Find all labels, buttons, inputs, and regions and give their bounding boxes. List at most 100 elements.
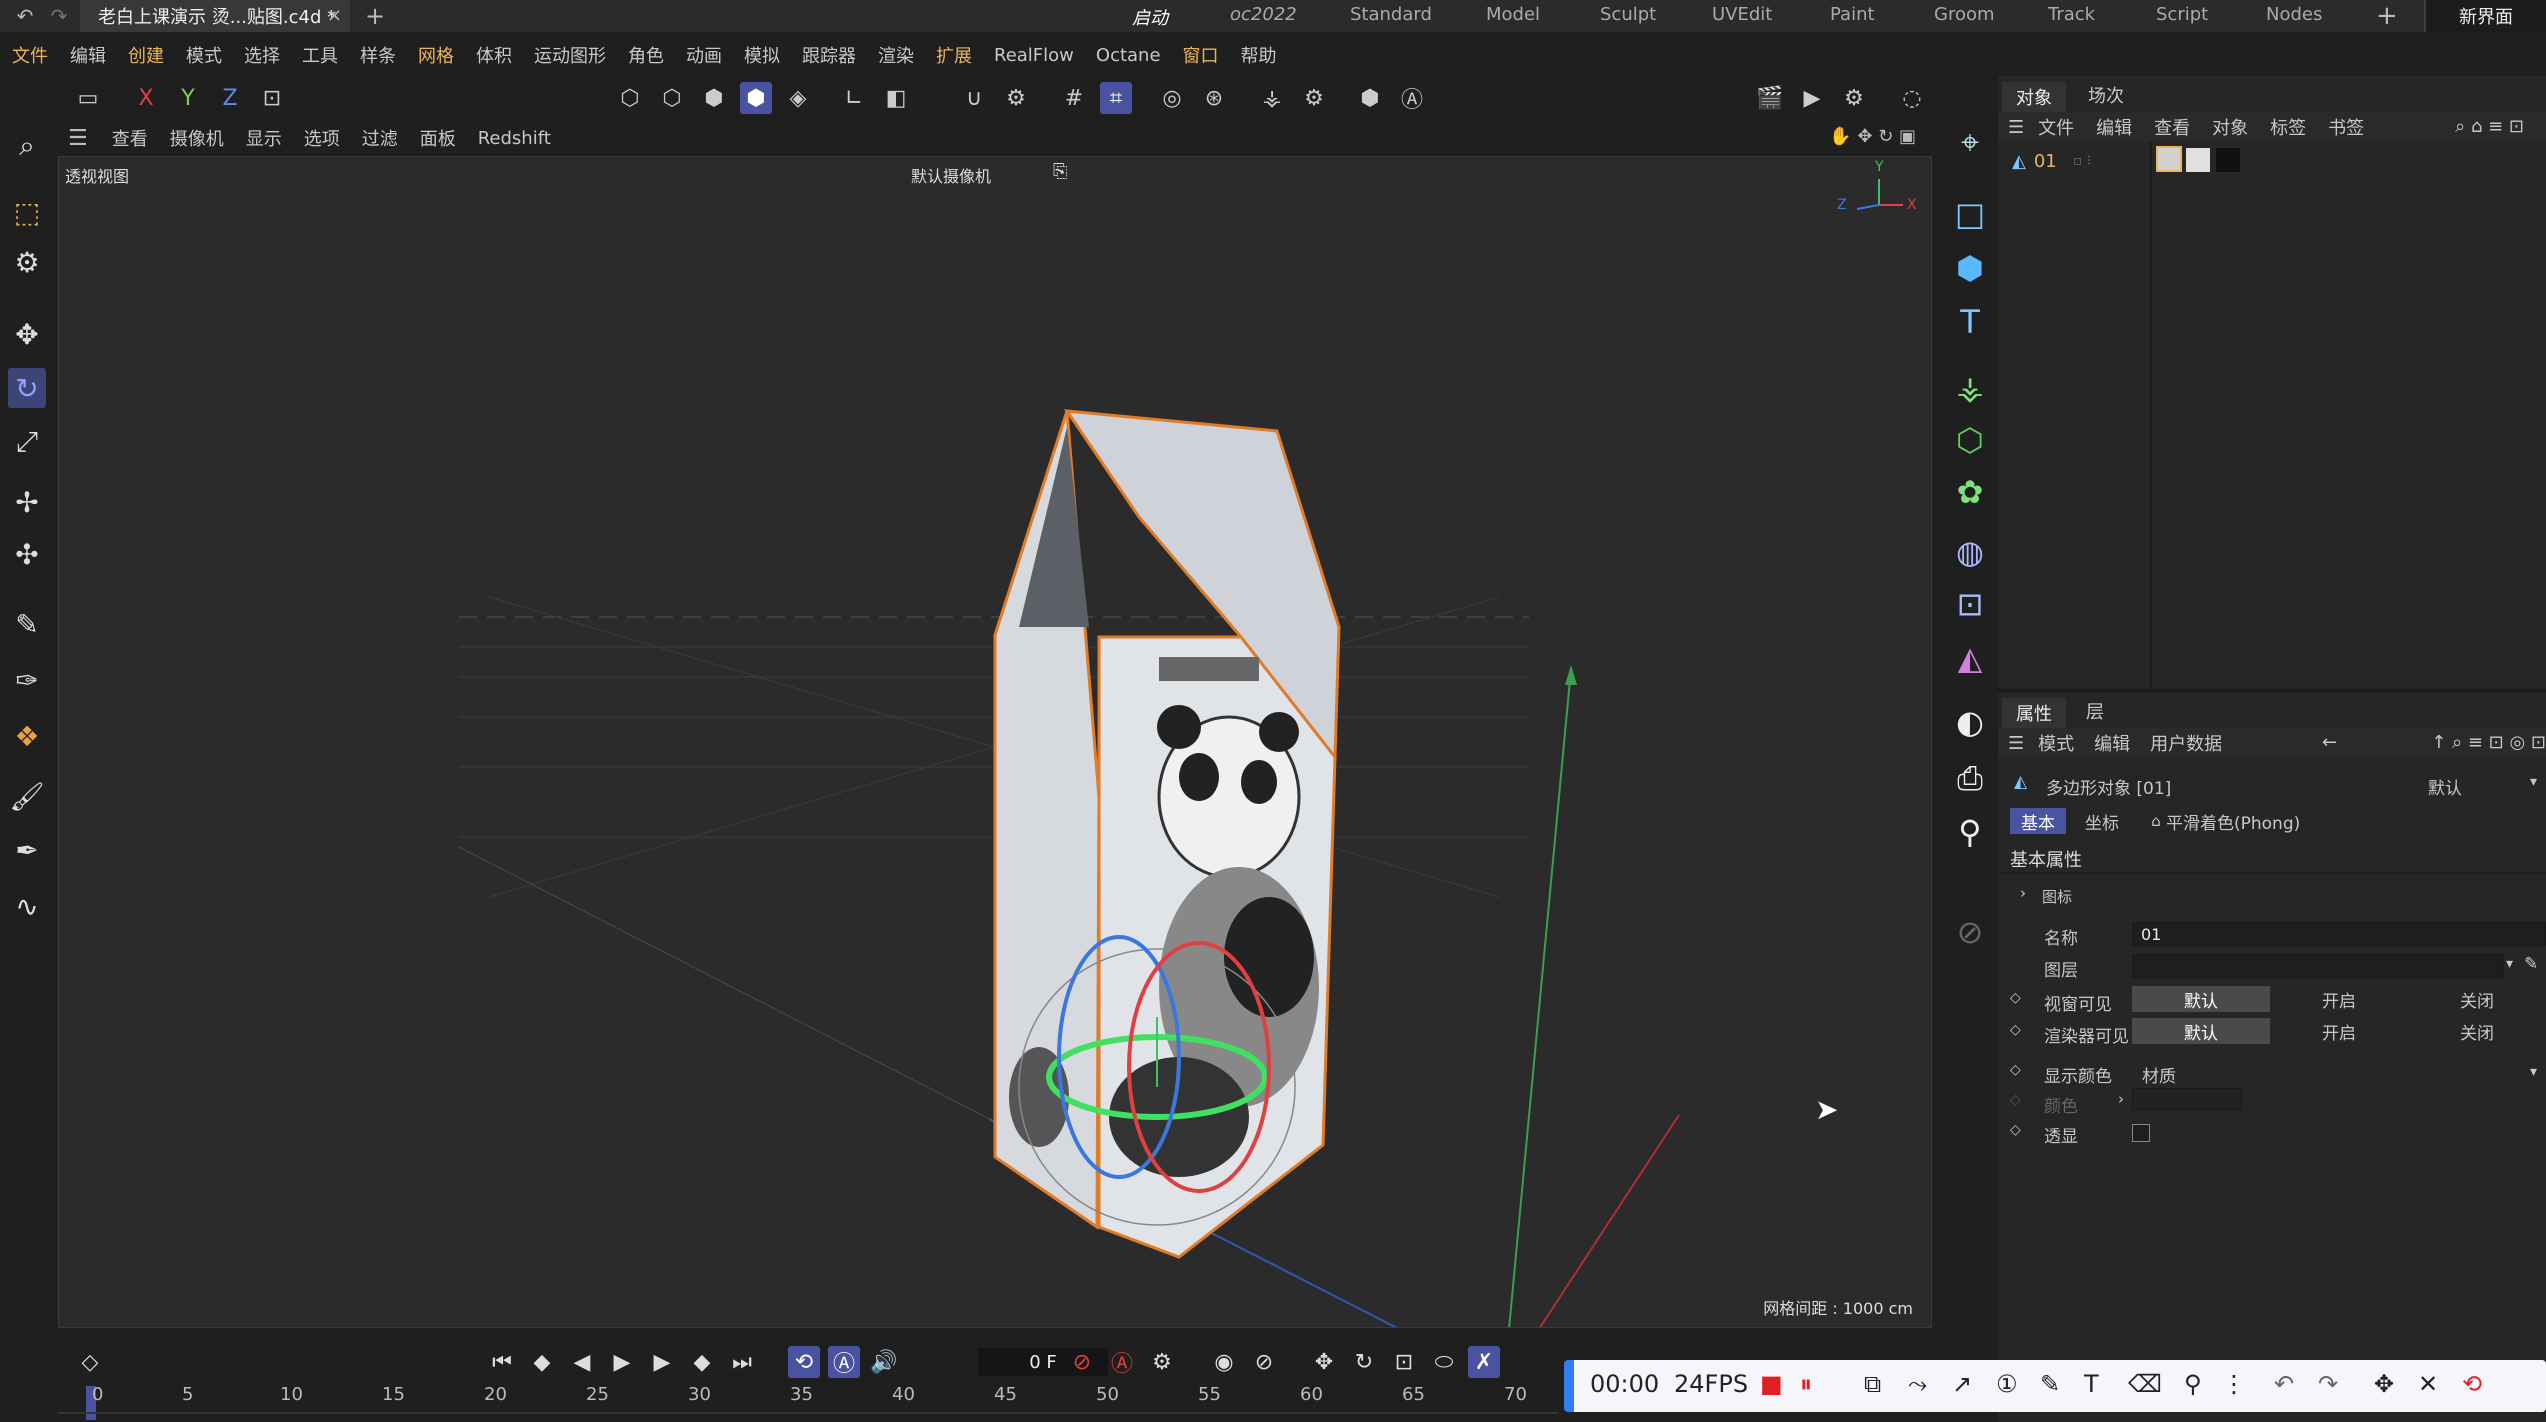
x-axis-lock-button[interactable]: X — [130, 82, 162, 114]
layout-tab-groom[interactable]: Groom — [1934, 4, 1995, 25]
render-visible-on[interactable]: 开启 — [2270, 1018, 2408, 1044]
viewport-menu-view[interactable]: 查看 — [112, 125, 148, 151]
symmetry-settings-icon[interactable]: ⚙ — [1298, 82, 1330, 114]
menu-edit[interactable]: 编辑 — [70, 42, 106, 68]
keyframe-selection-icon[interactable]: ⚙ — [1146, 1346, 1178, 1378]
play-icon[interactable]: ▶ — [606, 1346, 638, 1378]
search-icon[interactable]: ⌕ — [8, 126, 46, 166]
transform-icon[interactable]: ✢ — [8, 482, 46, 522]
tab-attributes[interactable]: 属性 — [2002, 698, 2066, 728]
key-position-icon[interactable]: ◉ — [1208, 1346, 1240, 1378]
viewport-menu-filter[interactable]: 过滤 — [362, 125, 398, 151]
material-tag-icon[interactable] — [2156, 146, 2182, 172]
subtab-coord[interactable]: 坐标 — [2074, 808, 2130, 834]
field-icon[interactable]: ⊡ — [1950, 582, 1990, 626]
object-name[interactable]: 01 — [2034, 151, 2057, 172]
more-options-icon[interactable]: ⋮ — [2222, 1370, 2246, 1398]
motion-icon[interactable]: ⬭ — [1428, 1346, 1460, 1378]
viewport-hamburger-icon[interactable]: ☰ — [68, 126, 88, 151]
light-icon[interactable]: ⚲ — [1950, 810, 1990, 854]
tag-icon[interactable]: ⊘ — [1950, 910, 1990, 954]
attributes-menu-edit[interactable]: 编辑 — [2094, 730, 2130, 756]
brush-icon[interactable]: 🖌 — [8, 776, 46, 816]
menu-extensions[interactable]: 扩展 — [936, 42, 972, 68]
icon-group-expand-icon[interactable]: › — [2020, 884, 2026, 902]
visibility-dots-icon[interactable]: ▫ ⁝ — [2073, 153, 2091, 169]
camera-icon[interactable]: ⎙ — [1950, 756, 1990, 800]
archive-icon[interactable]: ▭ — [72, 82, 104, 114]
prev-frame-icon[interactable]: ◀ — [566, 1346, 598, 1378]
layout-tab-standard[interactable]: Standard — [1350, 4, 1432, 25]
new-ui-button[interactable]: 新界面 — [2424, 0, 2546, 32]
layout-tab-paint[interactable]: Paint — [1830, 4, 1875, 25]
restart-record-icon[interactable]: ⟲ — [2462, 1370, 2482, 1398]
menu-mesh[interactable]: 网格 — [418, 42, 454, 68]
menu-tracker[interactable]: 跟踪器 — [802, 42, 856, 68]
layout-tab-oc2022[interactable]: oc2022 — [1230, 4, 1297, 25]
go-to-end-icon[interactable]: ⏭ — [726, 1346, 758, 1378]
back-arrow-icon[interactable]: ← — [2322, 732, 2337, 753]
menu-render[interactable]: 渲染 — [878, 42, 914, 68]
magnet-icon[interactable]: ∪ — [958, 82, 990, 114]
cloner-icon[interactable]: ⬡ — [1950, 418, 1990, 462]
xray-anim-icon[interactable]: ◇ — [2010, 1122, 2021, 1138]
uv-mode-icon[interactable]: ◈ — [782, 82, 814, 114]
attributes-menu-mode[interactable]: 模式 — [2038, 730, 2074, 756]
layer-dropdown-icon[interactable]: ▾ — [2506, 956, 2513, 972]
subtab-phong[interactable]: 平滑着色(Phong) — [2166, 808, 2316, 834]
polygons-mode-icon[interactable]: ⬢ — [698, 82, 730, 114]
key-rotation-icon[interactable]: ⊘ — [1248, 1346, 1280, 1378]
go-to-start-icon[interactable]: ⏮ — [486, 1346, 518, 1378]
volume-icon[interactable]: ◭ — [1950, 636, 1990, 680]
menu-character[interactable]: 角色 — [628, 42, 664, 68]
axis-mode-icon[interactable]: ∟ — [838, 82, 870, 114]
snap-enable-icon[interactable]: ⌗ — [1100, 82, 1132, 114]
mograph-icon[interactable]: ⚶ — [1950, 366, 1990, 410]
render-settings-icon[interactable]: ⚙ — [1838, 82, 1870, 114]
null-object-icon[interactable]: ⌖ — [1950, 120, 1990, 164]
pause-record-icon[interactable]: ⏸ — [1800, 1370, 1812, 1398]
xray-checkbox[interactable] — [2132, 1124, 2150, 1142]
editor-visible-on[interactable]: 开启 — [2270, 986, 2408, 1012]
place-icon[interactable]: ✣ — [8, 534, 46, 574]
layout-tab-track[interactable]: Track — [2048, 4, 2095, 25]
knife-icon[interactable]: ✒ — [8, 830, 46, 870]
text-icon[interactable]: T — [1950, 300, 1990, 344]
display-color-anim-icon[interactable]: ◇ — [2010, 1062, 2021, 1078]
subtab-basic[interactable]: 基本 — [2010, 808, 2066, 834]
object-menu-bookmarks[interactable]: 书签 — [2328, 114, 2364, 140]
add-layout-button[interactable]: + — [2376, 1, 2398, 31]
attributes-menu-userdata[interactable]: 用户数据 — [2150, 730, 2222, 756]
layout-tab-script[interactable]: Script — [2156, 4, 2208, 25]
workplane-settings-icon[interactable]: ⊛ — [1198, 82, 1230, 114]
menu-octane[interactable]: Octane — [1096, 45, 1161, 66]
menu-realflow[interactable]: RealFlow — [994, 45, 1074, 66]
editor-visible-anim-icon[interactable]: ◇ — [2010, 990, 2021, 1006]
tweak-icon[interactable]: ⚙ — [1000, 82, 1032, 114]
preset-select[interactable]: 默认 — [2428, 774, 2462, 799]
deformer-icon[interactable]: ◍ — [1950, 530, 1990, 574]
next-frame-icon[interactable]: ▶ — [646, 1346, 678, 1378]
spline-pen-icon[interactable]: ✎ — [8, 604, 46, 644]
render-visible-off[interactable]: 关闭 — [2408, 1018, 2546, 1044]
arrow-tool-icon[interactable]: ↗ — [1952, 1370, 1972, 1398]
color-swatch[interactable] — [2132, 1088, 2242, 1110]
material-tag-dark-icon[interactable] — [2216, 148, 2240, 172]
close-tab-icon[interactable]: × — [327, 5, 342, 26]
object-menu-tags[interactable]: 标签 — [2270, 114, 2306, 140]
cube-icon[interactable]: ⬢ — [1950, 246, 1990, 290]
viewport-menu-panel[interactable]: 面板 — [420, 125, 456, 151]
autokey-icon[interactable]: Ⓐ — [1106, 1346, 1138, 1378]
name-field[interactable]: 01 — [2132, 922, 2546, 946]
loop-icon[interactable]: ⟲ — [788, 1346, 820, 1378]
path-tool-icon[interactable]: ⤳ — [1908, 1370, 1927, 1398]
move-bar-icon[interactable]: ✥ — [2374, 1370, 2394, 1398]
menu-mode[interactable]: 模式 — [186, 42, 222, 68]
menu-file[interactable]: 文件 — [12, 42, 48, 68]
tab-takes[interactable]: 场次 — [2088, 82, 2124, 108]
menu-help[interactable]: 帮助 — [1241, 42, 1277, 68]
preset-dropdown-icon[interactable]: ▾ — [2530, 774, 2537, 790]
display-color-dropdown-icon[interactable]: ▾ — [2530, 1064, 2537, 1080]
layout-tab-nodes[interactable]: Nodes — [2266, 4, 2322, 25]
tab-layers[interactable]: 层 — [2086, 698, 2104, 724]
